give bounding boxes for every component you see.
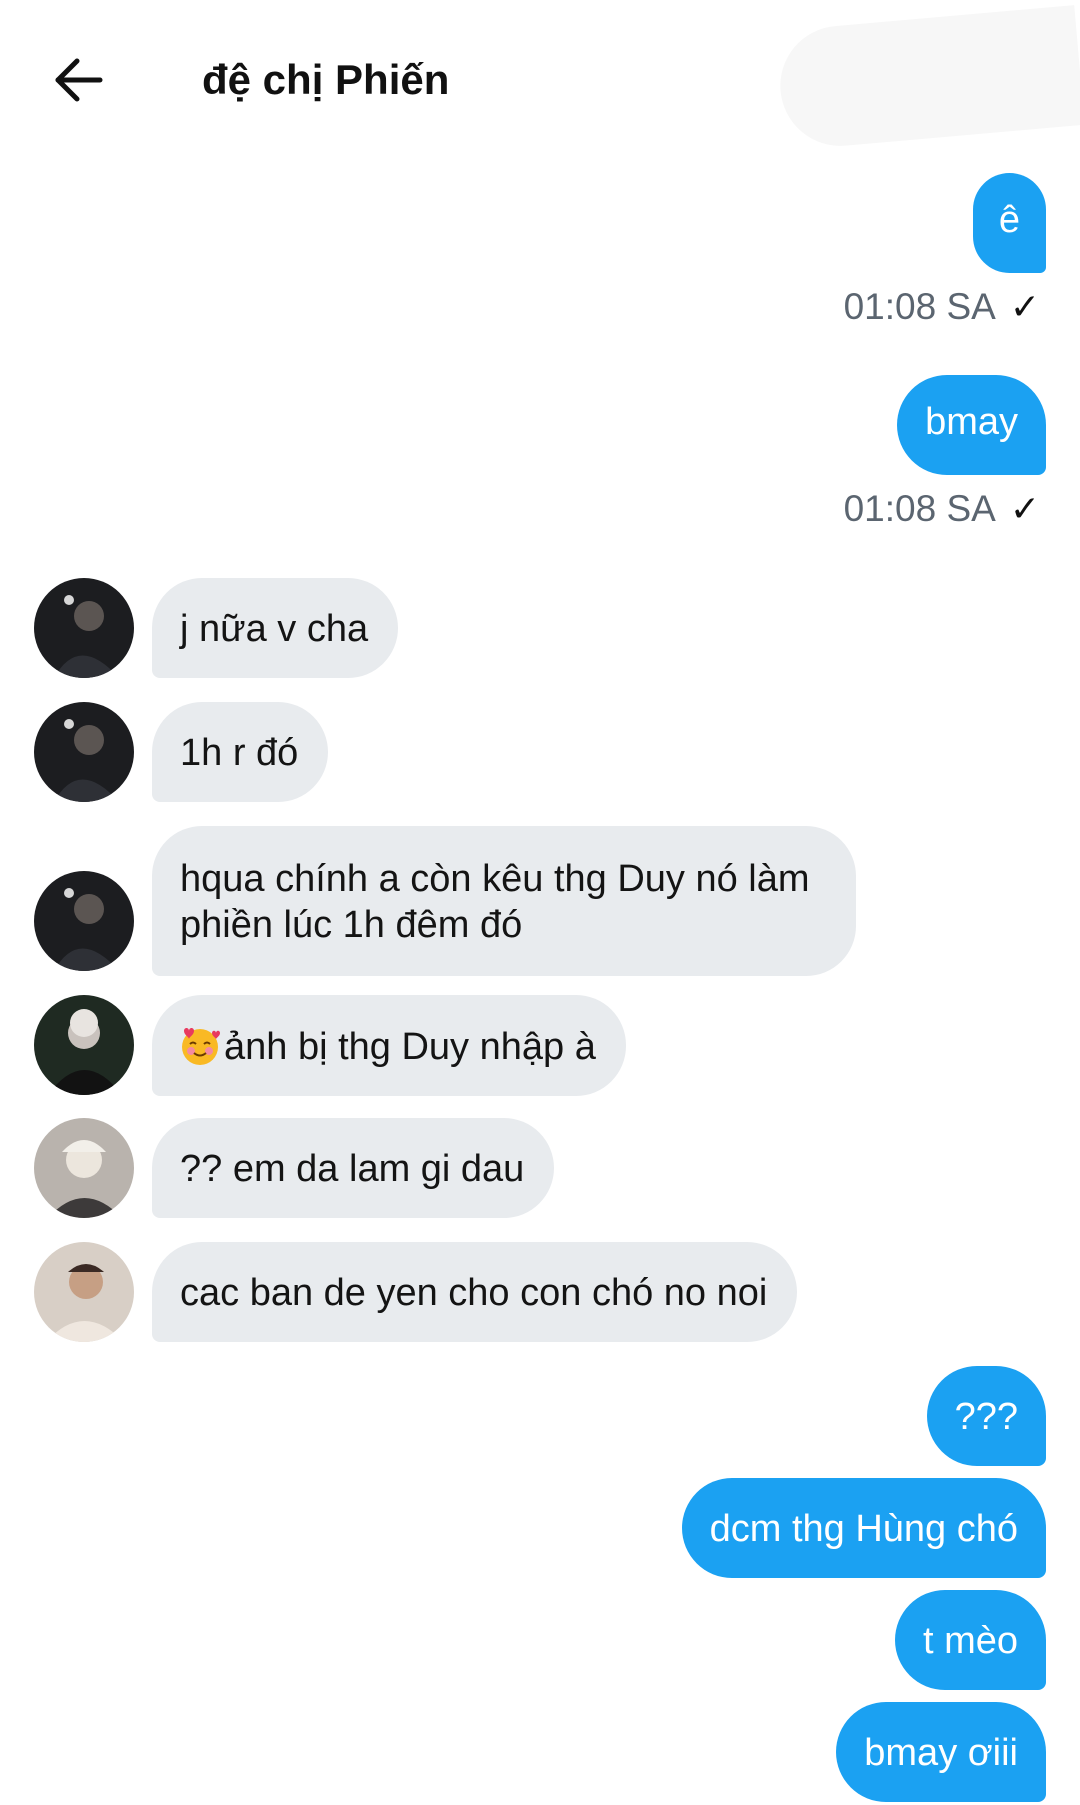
avatar[interactable] [34,702,134,802]
arrow-left-icon[interactable] [50,52,106,108]
message-timestamp: 01:08 SA ✓ [844,486,1040,532]
incoming-message[interactable]: ?? em da lam gi dau [152,1118,555,1218]
timestamp-text: 01:08 SA [843,488,996,529]
message-text: 1h r đó [180,732,299,774]
check-icon: ✓ [1009,488,1040,529]
incoming-message[interactable]: 1h r đó [152,702,329,802]
message-text: bmay ơiii [864,1732,1018,1774]
message-text: ảnh bị thg Duy nhập à [224,1026,596,1068]
message-text: ?? em da lam gi dau [180,1148,525,1190]
check-icon: ✓ [1009,286,1040,327]
message-text: hqua chính a còn kêu thg Duy nó làm [180,858,810,900]
message-text: cac ban de yen cho con chó no noi [180,1272,768,1314]
chat-screen: đệ chị Phiến ê 01:08 SA ✓ bmay 01:08 SA ✓ … [0,0,1080,1805]
avatar[interactable] [34,1118,134,1218]
incoming-message[interactable]: cac ban de yen cho con chó no noi [152,1242,798,1342]
chat-title: đệ chị Phiến [202,56,450,103]
incoming-message[interactable]: hqua chính a còn kêu thg Duy nó làm phiề… [152,826,856,976]
message-text: ??? [954,1396,1018,1438]
incoming-message[interactable]: ảnh bị thg Duy nhập à [152,995,626,1096]
message-text: dcm thg Hùng chó [709,1508,1018,1550]
outgoing-message[interactable]: bmay [897,375,1046,475]
avatar[interactable] [34,1242,134,1342]
header-redaction [775,5,1080,151]
incoming-message[interactable]: j nữa v cha [152,578,399,678]
avatar[interactable] [34,871,134,971]
outgoing-message[interactable]: ??? [926,1366,1046,1466]
message-text: ê [998,199,1020,241]
message-text-line2: phiền lúc 1h đêm đó [180,904,523,946]
timestamp-text: 01:08 SA [843,286,996,327]
outgoing-message[interactable]: dcm thg Hùng chó [681,1478,1046,1578]
outgoing-message[interactable]: bmay ơiii [836,1702,1046,1802]
smiling-face-with-hearts-icon [178,1023,222,1067]
message-timestamp: 01:08 SA ✓ [844,284,1040,330]
message-text: bmay [925,401,1018,443]
avatar[interactable] [34,995,134,1095]
avatar[interactable] [34,578,134,678]
message-text: t mèo [922,1620,1018,1662]
chat-header: đệ chị Phiến [0,0,1080,160]
outgoing-message[interactable]: t mèo [894,1590,1046,1690]
message-text: j nữa v cha [180,608,369,650]
outgoing-message[interactable]: ê [972,173,1046,273]
